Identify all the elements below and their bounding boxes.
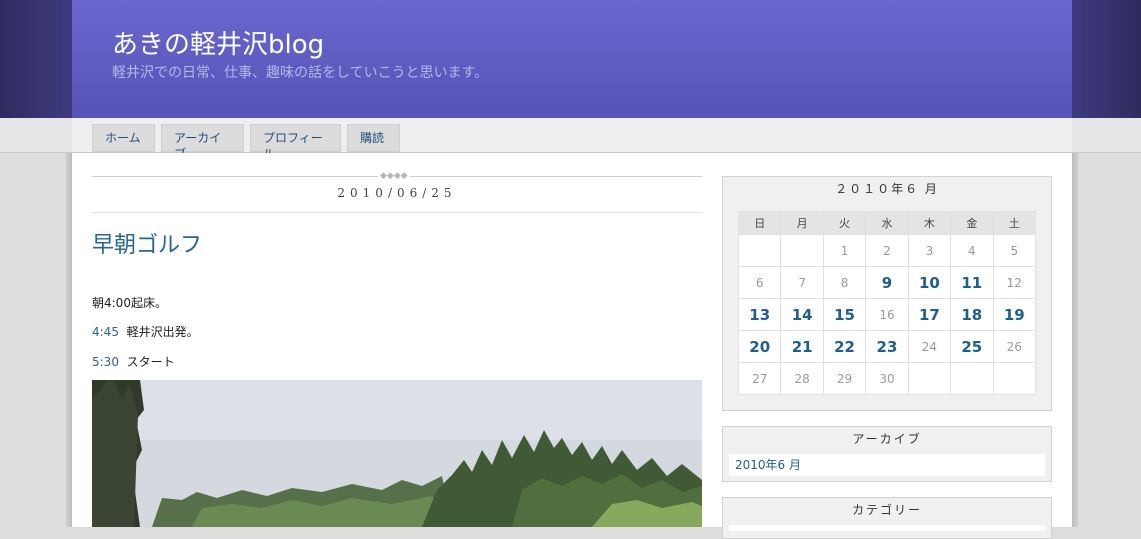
calendar-weekday-row: 日月火水木金土 <box>737 211 1037 235</box>
calendar-empty-cell <box>950 362 994 395</box>
calendar-day-link[interactable]: 10 <box>907 266 952 299</box>
calendar-empty-cell <box>907 362 952 395</box>
post-title[interactable]: 早朝ゴルフ <box>92 227 202 259</box>
calendar-day: 29 <box>822 362 867 395</box>
post-line-time: 5:30 <box>92 355 119 369</box>
calendar-week-row: 12345 <box>737 234 1037 267</box>
navigation-inner: ホーム アーカイブ プロフィール 購読 <box>72 118 1072 161</box>
calendar-day-link[interactable]: 13 <box>737 298 782 331</box>
calendar-day: 30 <box>865 362 909 395</box>
calendar-day-link[interactable]: 14 <box>780 298 824 331</box>
category-list <box>729 525 1045 531</box>
calendar-day-link[interactable]: 22 <box>822 330 867 363</box>
post-line: 4:45 軽井沢出発。 <box>92 323 199 340</box>
calendar-day-link[interactable]: 18 <box>950 298 994 331</box>
calendar-day-link[interactable]: 25 <box>950 330 994 363</box>
calendar-weekday: 金 <box>950 211 994 235</box>
calendar-day-link[interactable]: 9 <box>865 266 909 299</box>
post-line-text: 軽井沢出発。 <box>126 325 199 339</box>
calendar-weekday: 月 <box>780 211 824 235</box>
nav-tab-subscribe[interactable]: 購読 <box>347 124 400 152</box>
calendar-body: 1 2 3 4 5 6 7 8 9 10 11 12 13 14 15 16 17 18 19 20 21 22 23 24 2… <box>737 234 1037 395</box>
archive-widget: アーカイブ 2010年6 月 <box>722 426 1052 482</box>
calendar-day: 28 <box>780 362 824 395</box>
calendar-title: ２０１０年６ 月 <box>835 182 939 196</box>
category-widget: カテゴリー <box>722 497 1052 539</box>
post-line: 朝4:00起床。 <box>92 294 167 311</box>
archive-link[interactable]: 2010年6 月 <box>729 454 1045 476</box>
calendar-empty-cell <box>992 362 1037 395</box>
calendar-day: 1 <box>822 234 867 267</box>
calendar-day-link[interactable]: 11 <box>950 266 994 299</box>
calendar-empty-cell <box>737 234 782 267</box>
calendar-day: 12 <box>992 266 1037 299</box>
calendar-week-row: 6 7 8 9 10 11 12 <box>737 266 1037 299</box>
calendar-day-link[interactable]: 21 <box>780 330 824 363</box>
calendar-weekday: 日 <box>737 211 782 235</box>
calendar-day-link[interactable]: 15 <box>822 298 867 331</box>
calendar-day: 3 <box>907 234 952 267</box>
calendar-day: 2 <box>865 234 909 267</box>
post-line: 5:30 スタート <box>92 353 175 370</box>
post-line-text: スタート <box>126 355 175 369</box>
calendar-day: 27 <box>737 362 782 395</box>
calendar-weekday: 土 <box>992 211 1037 235</box>
blog-description: 軽井沢での日常、仕事、趣味の話をしていこうと思います。 <box>112 65 489 81</box>
post-line-text: 起床。 <box>130 296 167 310</box>
calendar-weekday: 木 <box>907 211 952 235</box>
golf-course-landscape-image <box>92 380 702 527</box>
navigation-bar: ホーム アーカイブ プロフィール 購読 <box>0 118 1141 161</box>
calendar-weekday: 火 <box>822 211 867 235</box>
calendar-widget: ２０１０年６ 月 日月火水木金土 1 2 3 4 5 6 7 8 9 10 11 12 13 14 15 16… <box>722 176 1052 411</box>
blog-title[interactable]: あきの軽井沢blog <box>112 24 324 61</box>
calendar-day-link[interactable]: 17 <box>907 298 952 331</box>
page-shadow-right <box>1072 153 1078 527</box>
blog-header: あきの軽井沢blog 軽井沢での日常、仕事、趣味の話をしていこうと思います。 <box>72 0 1072 118</box>
calendar-week-row: 13 14 15 16 17 18 19 <box>737 298 1037 331</box>
calendar: 日月火水木金土 1 2 3 4 5 6 7 8 9 10 11 12 13 14 15 16 17 18 19 20 2… <box>737 211 1037 395</box>
calendar-day: 4 <box>950 234 994 267</box>
date-ornament: ◆◆◆◆ <box>378 170 410 182</box>
calendar-table: 日月火水木金土 1 2 3 4 5 6 7 8 9 10 11 12 13 14 15 16 17 18 19 20 2… <box>737 211 1037 395</box>
category-title: カテゴリー <box>851 503 922 517</box>
post-date: 2010/06/25 <box>337 186 457 200</box>
nav-tab-archive[interactable]: アーカイブ <box>161 124 244 161</box>
calendar-day: 6 <box>737 266 782 299</box>
post-photo[interactable] <box>92 380 702 527</box>
nav-tabs: ホーム アーカイブ プロフィール 購読 <box>92 124 400 161</box>
calendar-day: 16 <box>865 298 909 331</box>
archive-title: アーカイブ <box>852 432 922 446</box>
calendar-day-link[interactable]: 19 <box>992 298 1037 331</box>
calendar-weekday: 水 <box>865 211 909 235</box>
page-body: ◆◆◆◆ 2010/06/25 早朝ゴルフ 朝4:00起床。 4:45 軽井沢出… <box>72 153 1072 539</box>
calendar-week-row: 27 28 29 30 <box>737 362 1037 395</box>
calendar-day-link[interactable]: 20 <box>737 330 782 363</box>
calendar-week-row: 20 21 22 23 24 25 26 <box>737 330 1037 363</box>
post-line-time: 朝4:00 <box>92 296 131 310</box>
calendar-day: 26 <box>992 330 1037 363</box>
nav-tab-home[interactable]: ホーム <box>92 124 155 152</box>
calendar-day: 24 <box>907 330 952 363</box>
calendar-day: 5 <box>992 234 1037 267</box>
nav-tab-profile[interactable]: プロフィール <box>250 124 341 161</box>
calendar-day: 7 <box>780 266 824 299</box>
post-line-time: 4:45 <box>92 325 119 339</box>
calendar-day: 8 <box>822 266 867 299</box>
date-divider-bottom <box>92 212 702 213</box>
calendar-day-link[interactable]: 23 <box>865 330 909 363</box>
calendar-empty-cell <box>780 234 824 267</box>
